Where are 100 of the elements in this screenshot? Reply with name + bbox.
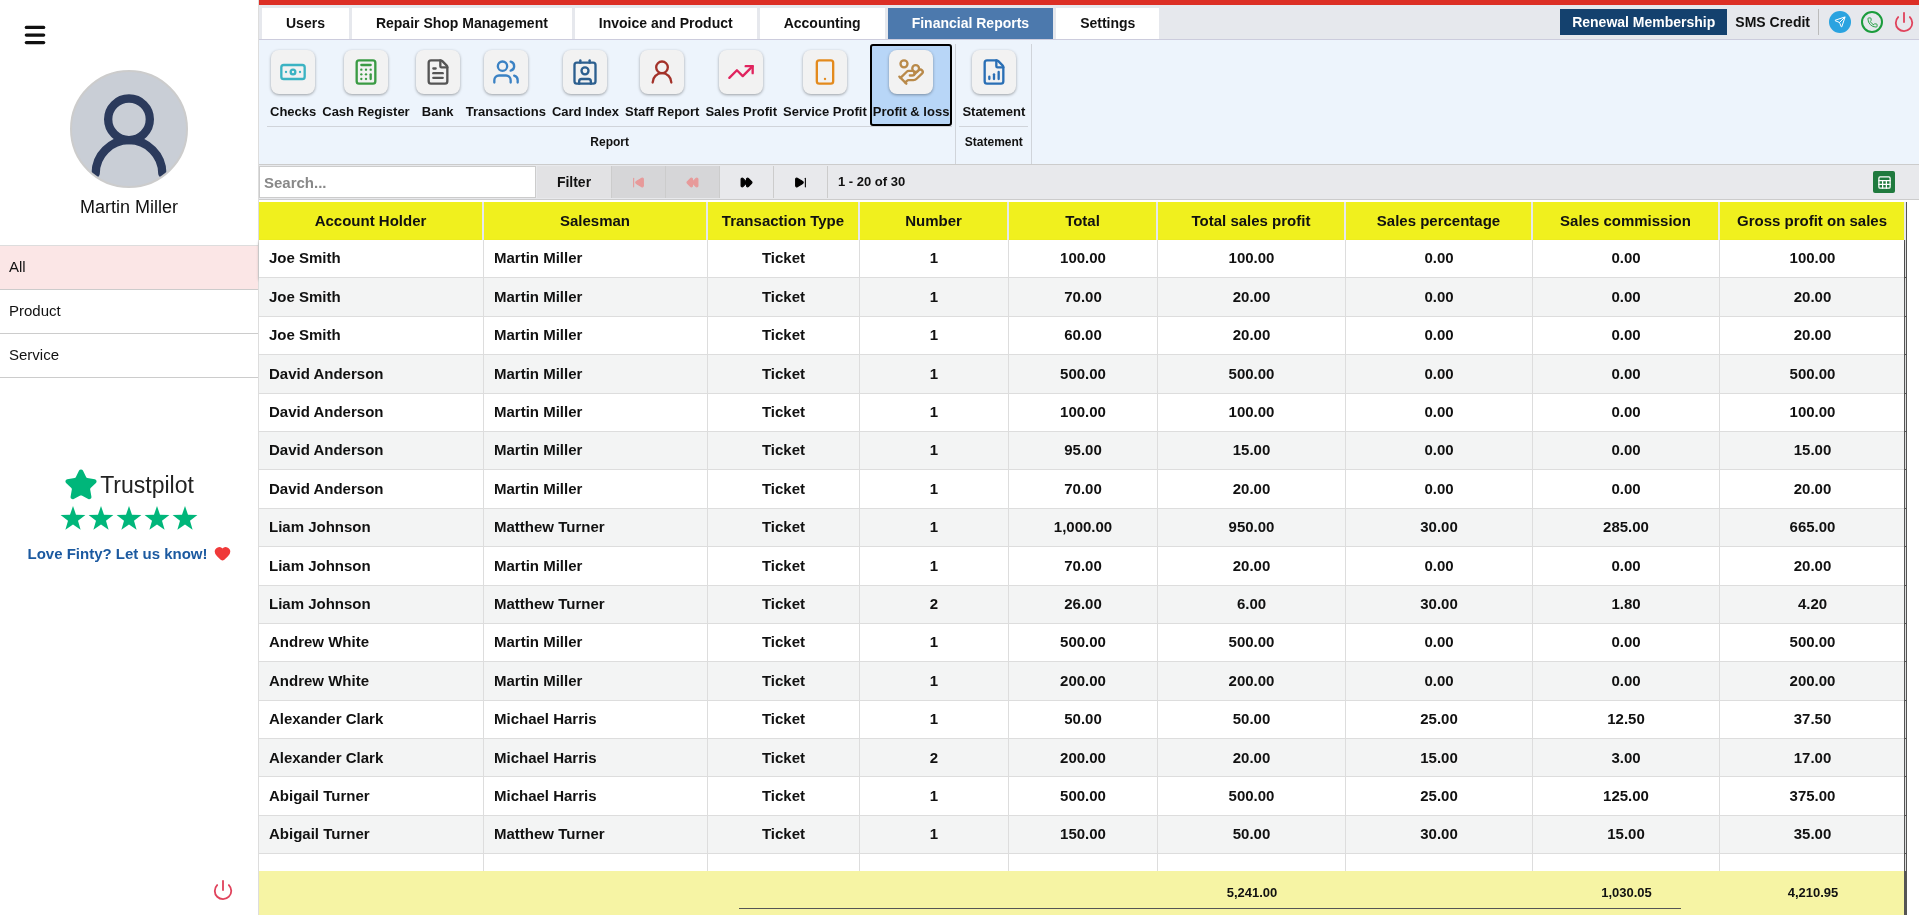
table-cell: 100.00	[1158, 393, 1346, 431]
table-cell: 0.00	[1346, 355, 1533, 393]
table-cell: 0.00	[1533, 278, 1720, 316]
table-cell: 70.00	[1009, 470, 1158, 508]
table-cell: Ticket	[708, 278, 860, 316]
table-cell: 2	[860, 739, 1009, 777]
table-cell: Ticket	[708, 815, 860, 854]
table-cell: Ticket	[708, 700, 860, 739]
nav-tab[interactable]: Accounting	[759, 8, 885, 39]
search-field[interactable]: Search...	[259, 166, 536, 198]
rewind-icon	[686, 175, 699, 189]
report-button[interactable]: Transactions	[462, 44, 549, 126]
table-cell: 950.00	[1158, 508, 1346, 547]
star-icon	[60, 504, 86, 531]
sms-credit-button[interactable]: SMS Credit	[1727, 9, 1819, 35]
chat-phone-icon[interactable]	[1861, 11, 1883, 33]
table-cell: 200.00	[1009, 662, 1158, 700]
table-cell: 20.00	[1720, 470, 1906, 508]
table-cell: Ticket	[708, 547, 860, 585]
column-header[interactable]: Gross profit on sales	[1720, 202, 1906, 240]
nav-tab[interactable]: Financial Reports	[887, 8, 1054, 39]
table-cell: David Anderson	[259, 393, 484, 431]
table-cell: 285.00	[1533, 508, 1720, 547]
table-cell: 0.00	[1533, 470, 1720, 508]
table-cell: Martin Miller	[484, 355, 708, 393]
table-cell: 95.00	[1009, 431, 1158, 470]
table-cell: 100.00	[1158, 240, 1346, 278]
feedback-link[interactable]: Love Finty? Let us know!	[27, 542, 208, 565]
brand-name: Trustpilot	[100, 471, 194, 500]
report-button[interactable]: Service Profit	[780, 44, 870, 126]
table-cell: Matthew Turner	[484, 508, 708, 547]
table-cell: 30.00	[1346, 585, 1533, 623]
skip-back-icon	[632, 175, 645, 189]
table-cell: 375.00	[1720, 777, 1906, 815]
table-cell: 15.00	[1346, 739, 1533, 777]
table-cell: 1	[860, 470, 1009, 508]
table-cell: Martin Miller	[484, 623, 708, 662]
report-button[interactable]: Staff Report	[622, 44, 703, 126]
table-cell: 70.00	[1009, 278, 1158, 316]
total-value: 1,030.05	[1601, 884, 1652, 903]
column-header[interactable]: Total	[1009, 202, 1158, 240]
filter-button[interactable]: Filter	[537, 166, 612, 198]
table-cell: 0.00	[1346, 623, 1533, 662]
coins-icon	[897, 58, 926, 86]
table-cell: Andrew White	[259, 623, 484, 662]
table-cell: Martin Miller	[484, 662, 708, 700]
table-cell: 500.00	[1009, 623, 1158, 662]
table-cell: 6.00	[1158, 585, 1346, 623]
table-cell: 17.00	[1720, 739, 1906, 777]
star-icon	[116, 504, 142, 531]
report-button[interactable]: Checks	[267, 44, 320, 126]
nav-tab[interactable]: Invoice and Product	[574, 8, 757, 39]
column-header[interactable]: Transaction Type	[708, 202, 860, 240]
table-cell: 0.00	[1346, 431, 1533, 470]
table-cell: Andrew White	[259, 662, 484, 700]
report-button[interactable]: Sales Profit	[702, 44, 780, 126]
table-cell: 20.00	[1158, 316, 1346, 355]
paper-plane-icon[interactable]	[1829, 11, 1851, 33]
report-button[interactable]: Profit & loss	[869, 44, 953, 126]
nav-tab[interactable]: Settings	[1056, 8, 1160, 39]
table-cell: Ticket	[708, 431, 860, 470]
table-cell: Liam Johnson	[259, 585, 484, 623]
table-cell: 100.00	[1720, 393, 1906, 431]
contact-card-icon	[571, 58, 600, 86]
power-icon[interactable]	[1893, 11, 1915, 33]
table-cell: Ticket	[708, 739, 860, 777]
report-button[interactable]: Statement	[959, 44, 1029, 126]
column-header[interactable]: Sales commission	[1533, 202, 1720, 240]
table-cell: David Anderson	[259, 431, 484, 470]
table-cell: Matthew Turner	[484, 815, 708, 854]
table-cell: 665.00	[1720, 508, 1906, 547]
column-header[interactable]: Total sales profit	[1158, 202, 1346, 240]
column-header[interactable]: Number	[860, 202, 1009, 240]
table-cell: 1	[860, 508, 1009, 547]
table-cell: 25.00	[1346, 777, 1533, 815]
total-value: 5,241.00	[1226, 884, 1278, 903]
group-label: Statement	[963, 133, 1024, 151]
table-cell: Ticket	[708, 623, 860, 662]
table-cell: 500.00	[1158, 623, 1346, 662]
table-cell: 15.00	[1158, 431, 1346, 470]
spreadsheet-icon[interactable]	[1873, 171, 1895, 193]
report-button[interactable]: Bank	[412, 44, 463, 126]
nav-tab[interactable]: Users	[262, 8, 349, 39]
table-cell: 500.00	[1158, 355, 1346, 393]
renewal-button[interactable]: Renewal Membership	[1560, 9, 1728, 35]
sidebar-item[interactable]: All	[0, 246, 258, 290]
column-header[interactable]: Account Holder	[259, 202, 484, 240]
report-button[interactable]: Cash Register	[319, 44, 413, 126]
page-range: 1 - 20 of 30	[838, 173, 906, 192]
report-button[interactable]: Card Index	[548, 44, 623, 126]
star-rating[interactable]	[60, 504, 198, 531]
column-header[interactable]: Salesman	[484, 202, 708, 240]
table-cell: Ticket	[708, 508, 860, 547]
table-cell: 20.00	[1158, 278, 1346, 316]
table-cell: 1	[860, 777, 1009, 815]
nav-tab[interactable]: Repair Shop Management	[351, 8, 572, 39]
table-cell: 0.00	[1346, 316, 1533, 355]
column-header[interactable]: Sales percentage	[1346, 202, 1533, 240]
power-icon[interactable]	[212, 879, 234, 901]
table-cell: 500.00	[1009, 355, 1158, 393]
